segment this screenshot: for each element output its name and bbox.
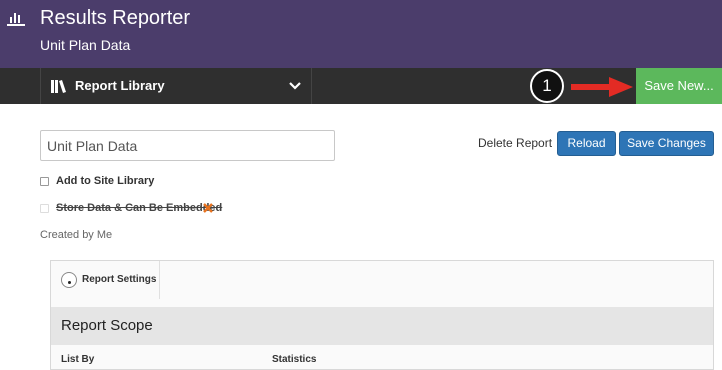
statistics-label: Statistics [272,354,317,365]
store-data-label: Store Data & Can Be Embedded [56,202,223,214]
app-title: Results Reporter [40,7,191,29]
delete-report-link[interactable]: Delete Report [478,136,552,150]
close-x-icon [203,203,213,213]
step-callout: 1 [530,69,564,103]
report-scope-header: Report Scope [51,307,713,345]
save-new-button[interactable]: Save New... [636,68,722,104]
app-subtitle: Unit Plan Data [40,37,131,53]
report-name-input[interactable] [40,130,335,161]
store-data-checkbox [40,204,49,213]
red-arrow-icon [571,77,633,97]
report-settings-tab[interactable]: Report Settings [51,261,160,299]
report-scope-title: Report Scope [61,317,153,334]
add-to-site-library-checkbox[interactable] [40,177,49,186]
save-changes-button[interactable]: Save Changes [619,131,714,156]
report-settings-label: Report Settings [82,274,157,285]
chevron-down-icon [289,82,301,90]
report-panel: Report Settings Report Scope List By Sta… [50,260,714,370]
list-by-label: List By [61,354,95,365]
report-library-label: Report Library [75,78,165,93]
add-to-site-library-label[interactable]: Add to Site Library [56,175,154,187]
reload-button[interactable]: Reload [557,131,616,156]
library-books-icon [51,80,66,93]
bar-chart-icon [7,13,25,26]
report-library-dropdown[interactable]: Report Library [40,68,312,104]
created-by-text: Created by Me [40,229,113,241]
app-header: Results Reporter Unit Plan Data [0,0,722,68]
settings-circle-icon [61,272,77,288]
